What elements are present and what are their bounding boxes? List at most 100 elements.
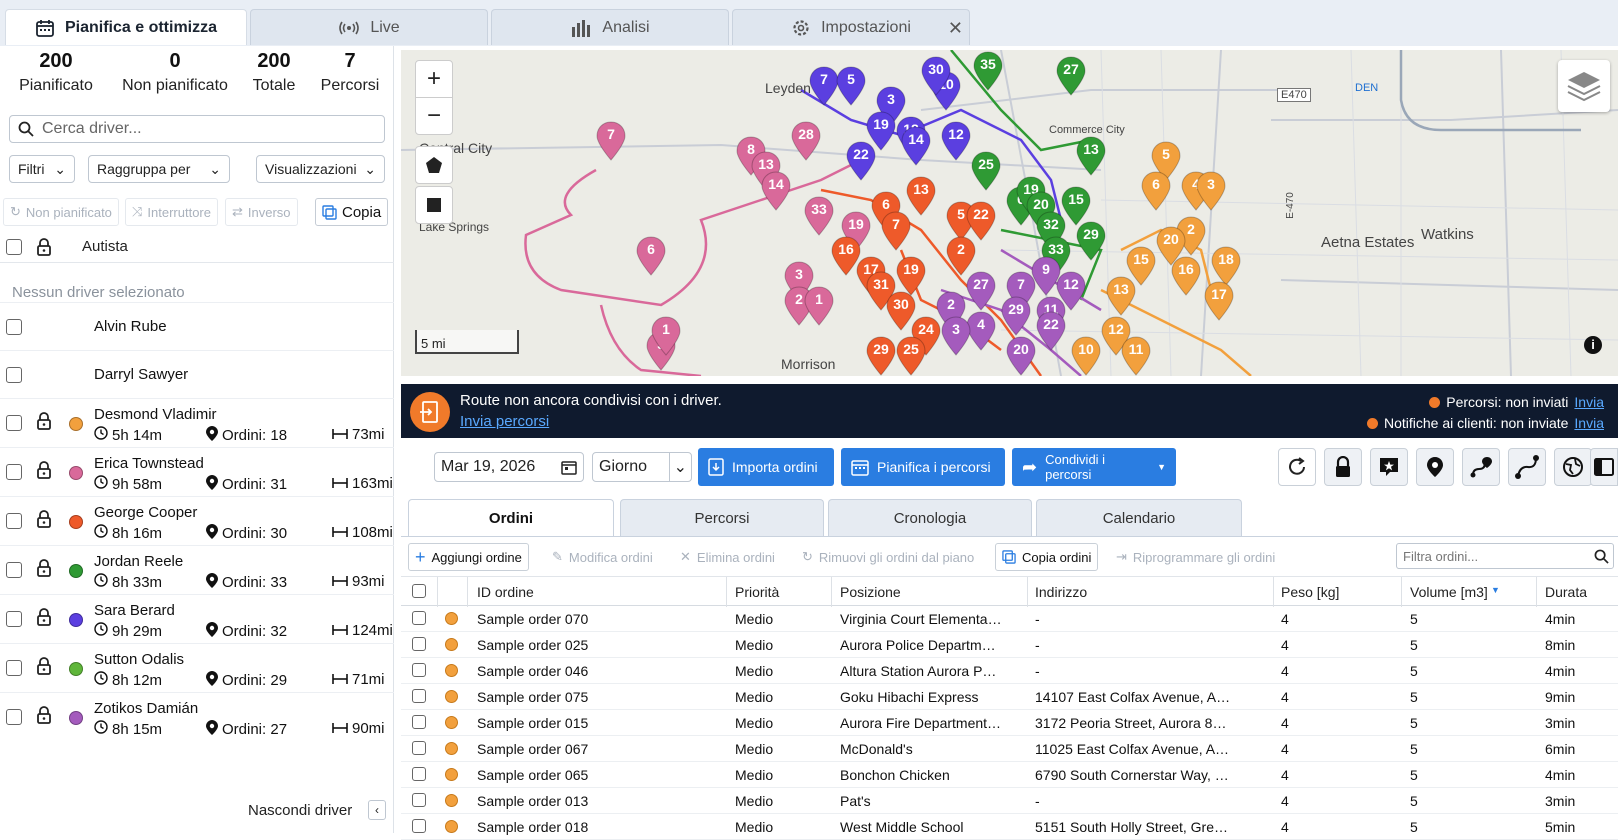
route-stop-marker[interactable]: 12 [941,121,971,161]
route-stop-marker[interactable]: 19 [866,111,896,151]
select-all-checkbox[interactable] [6,238,22,255]
route-stop-marker[interactable]: 5 [836,66,866,106]
hide-drivers-label[interactable]: Nascondi driver [248,802,352,819]
route-stop-marker[interactable]: 7 [596,121,626,161]
route-stop-marker[interactable]: 25 [896,336,926,376]
table-row[interactable]: Sample order 018 Medio West Middle School 5… [401,814,1618,840]
route-stop-marker[interactable]: 29 [866,336,896,376]
driver-row[interactable]: Sara Berard 9h 29m Ordini: 32 124mi [0,594,394,642]
table-row[interactable]: Sample order 067 Medio McDonald's 11025 Eas… [401,736,1618,762]
collapse-panel-button[interactable]: ‹ [368,800,386,820]
route-stop-marker[interactable]: 10 [1071,336,1101,376]
driver-row[interactable]: Zotikos Damián 8h 15m Ordini: 27 90mi [0,692,394,740]
route-map[interactable]: 7681314283319321517531918142210301235271… [401,50,1618,376]
route-stop-marker[interactable]: 16 [1171,256,1201,296]
switch-button[interactable]: ⤨ Interruttore [125,198,218,226]
tab-routes[interactable]: Percorsi [620,499,824,536]
row-checkbox[interactable] [412,741,426,755]
tab-settings[interactable]: Impostazioni ✕ [732,9,970,45]
driver-row[interactable]: Alvin Rube [0,302,394,350]
route-stop-marker[interactable]: 3 [941,316,971,356]
filters-dropdown[interactable]: Filtri ⌄ [9,155,75,183]
driver-row[interactable]: Erica Townstead 9h 58m Ordini: 31 163mi [0,447,394,495]
route-stop-marker[interactable]: 30 [886,291,916,331]
driver-checkbox[interactable] [6,415,22,431]
favorite-marker-button[interactable] [1370,448,1408,486]
column-header[interactable]: Priorità [735,584,779,600]
share-routes-button[interactable]: ➦ Condividi i percorsi ▼ [1012,448,1176,486]
info-icon[interactable]: i [1584,336,1602,354]
filter-orders-input[interactable]: Filtra ordini... [1396,543,1614,569]
route-stop-marker[interactable]: 28 [791,121,821,161]
driver-row[interactable]: Sutton Odalis 8h 12m Ordini: 29 71mi [0,643,394,691]
views-dropdown[interactable]: Visualizzazioni ⌄ [256,155,385,183]
date-picker[interactable]: Mar 19, 2026 [434,452,584,482]
route-stop-marker[interactable]: 9 [1031,256,1061,296]
route-stop-marker[interactable]: 13 [906,176,936,216]
lock-icon[interactable] [36,706,52,727]
zoom-in-button[interactable]: + [415,60,453,98]
route-stop-marker[interactable]: 4 [966,311,996,351]
tab-live[interactable]: Live [250,9,488,45]
copy-orders-button[interactable]: Copia ordini [995,543,1099,571]
plan-routes-button[interactable]: Pianifica i percorsi [841,448,1005,486]
tab-orders[interactable]: Ordini [408,499,614,536]
lock-icon[interactable] [36,608,52,629]
route-stop-marker[interactable]: 22 [966,201,996,241]
row-checkbox[interactable] [412,663,426,677]
polygon-draw-button[interactable] [415,146,453,184]
sort-desc-icon[interactable]: ▼ [1491,585,1500,595]
column-header[interactable]: Peso [kg] [1281,584,1339,600]
location-button[interactable] [1416,448,1454,486]
select-all-orders-checkbox[interactable] [412,584,426,598]
remove-from-plan-button[interactable]: ↻ Rimuovi gli ordini dal piano [796,543,980,571]
table-row[interactable]: Sample order 025 Medio Aurora Police Depar… [401,632,1618,658]
table-row[interactable]: Sample order 015 Medio Aurora Fire Departm… [401,710,1618,736]
driver-checkbox[interactable] [6,319,22,335]
layers-button[interactable] [1558,60,1610,112]
route-stop-marker[interactable]: 25 [971,151,1001,191]
lock-icon[interactable] [36,237,52,256]
driver-checkbox[interactable] [6,367,22,383]
row-checkbox[interactable] [412,689,426,703]
row-checkbox[interactable] [412,715,426,729]
send-routes-link[interactable]: Invia percorsi [460,413,549,430]
table-row[interactable]: Sample order 070 Medio Virginia Court Elem… [401,606,1618,632]
driver-row[interactable]: Darryl Sawyer [0,350,394,398]
row-checkbox[interactable] [412,611,426,625]
driver-row[interactable]: Desmond Vladimir 5h 14m Ordini: 18 73mi [0,398,394,446]
column-header[interactable]: ID ordine [477,584,534,600]
search-input[interactable]: Cerca driver... [9,115,385,143]
lock-icon[interactable] [36,657,52,678]
route-stop-marker[interactable]: 20 [1006,336,1036,376]
row-checkbox[interactable] [412,637,426,651]
driver-checkbox[interactable] [6,562,22,578]
edit-orders-button[interactable]: ✎ Modifica ordini [546,543,659,571]
table-row[interactable]: Sample order 065 Medio Bonchon Chicken 6790… [401,762,1618,788]
table-row[interactable]: Sample order 013 Medio Pat's - 4 5 3min [401,788,1618,814]
column-header[interactable]: Posizione [840,584,901,600]
route-stop-marker[interactable]: 1 [804,286,834,326]
column-header[interactable]: Volume [m3] [1410,584,1488,600]
tab-analytics[interactable]: Analisi [491,9,729,45]
route-stop-marker[interactable]: 17 [1204,281,1234,321]
tab-calendar[interactable]: Calendario [1036,499,1242,536]
route-stop-marker[interactable]: 14 [761,171,791,211]
route-stop-marker[interactable]: 27 [966,271,996,311]
import-orders-button[interactable]: Importa ordini [698,448,834,486]
route-stop-marker[interactable]: 18 [1211,246,1241,286]
row-checkbox[interactable] [412,767,426,781]
route-stop-marker[interactable]: 29 [1076,221,1106,261]
rectangle-draw-button[interactable] [415,186,453,224]
driver-row[interactable]: George Cooper 8h 16m Ordini: 30 108mi [0,496,394,544]
reverse-button[interactable]: ⇄ Inverso [225,198,298,226]
driver-checkbox[interactable] [6,660,22,676]
table-row[interactable]: Sample order 075 Medio Goku Hibachi Expres… [401,684,1618,710]
route-stop-marker[interactable]: 15 [1126,246,1156,286]
route-stop-marker[interactable]: 16 [831,236,861,276]
driver-checkbox[interactable] [6,611,22,627]
driver-checkbox[interactable] [6,709,22,725]
route-stop-marker[interactable]: 27 [1056,56,1086,96]
lock-icon[interactable] [36,559,52,580]
period-select[interactable]: Giorno ⌄ [592,452,692,482]
